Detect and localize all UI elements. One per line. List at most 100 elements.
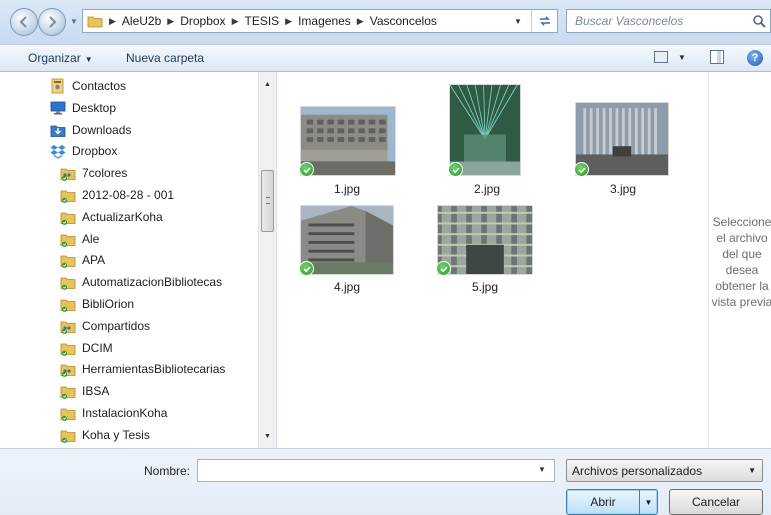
breadcrumb-separator-icon[interactable]: ▶ xyxy=(161,16,180,27)
preview-message-line: vista previa xyxy=(711,295,771,309)
scroll-thumb[interactable] xyxy=(261,170,274,232)
scroll-up-arrow-icon[interactable]: ▲ xyxy=(259,76,276,92)
tree-item[interactable]: HerramientasBibliotecarias xyxy=(60,359,225,379)
image-thumbnail[interactable] xyxy=(575,102,669,176)
view-options-dropdown[interactable]: ▼ xyxy=(678,53,686,62)
image-thumbnail[interactable] xyxy=(300,205,394,275)
breadcrumb-item[interactable]: TESIS xyxy=(244,14,279,28)
desktop-icon xyxy=(50,101,66,115)
address-bar-row: ▼ ▶ AleU2b ▶ Dropbox ▶ TESIS ▶ Imagenes ▶ Vasconc… xyxy=(0,0,771,44)
tree-item[interactable]: 2012-08-28 - 001 xyxy=(60,185,174,205)
tree-item[interactable]: Compartidos xyxy=(60,316,150,336)
preview-message-line: desea xyxy=(725,263,759,277)
tree-item-label: Dropbox xyxy=(72,144,118,159)
tree-item-label: HerramientasBibliotecarias xyxy=(82,362,226,377)
open-button[interactable]: Abrir ▼ xyxy=(566,489,658,515)
tree-item[interactable]: DCIM xyxy=(60,338,113,358)
folder-synced-icon xyxy=(60,255,76,269)
navigation-pane[interactable]: Contactos Desktop Downloads Dropbox 7colores… xyxy=(0,72,277,448)
dropbox-icon xyxy=(50,145,66,160)
breadcrumb-item[interactable]: Vasconcelos xyxy=(370,14,437,28)
file-name-label[interactable]: 5.jpg xyxy=(435,280,535,294)
folder-synced-icon xyxy=(60,386,76,400)
navigation-scrollbar[interactable]: ▲ ▼ xyxy=(258,72,276,448)
downloads-icon xyxy=(50,125,66,137)
file-name-label: Nombre: xyxy=(144,464,191,478)
breadcrumb-separator-icon[interactable]: ▶ xyxy=(226,16,245,27)
help-icon[interactable]: ? xyxy=(747,50,763,66)
preview-pane-toggle[interactable] xyxy=(710,50,724,64)
tree-item-label: 2012-08-28 - 001 xyxy=(82,188,175,202)
folder-synced-icon xyxy=(60,408,76,421)
preview-message-line: obtener la xyxy=(715,279,769,293)
folder-synced-icon xyxy=(60,277,76,291)
tree-item[interactable]: Contactos xyxy=(50,76,126,96)
file-type-filter-select[interactable]: Archivos personalizados ▼ xyxy=(566,459,763,482)
file-type-filter-value: Archivos personalizados xyxy=(572,463,703,478)
scroll-down-arrow-icon[interactable]: ▼ xyxy=(259,428,276,444)
tree-item[interactable]: Ale xyxy=(60,229,99,249)
chevron-down-icon: ▼ xyxy=(748,466,756,475)
tree-item[interactable]: Desktop xyxy=(50,98,116,118)
refresh-button[interactable] xyxy=(531,10,557,32)
image-thumbnail[interactable] xyxy=(437,205,533,275)
recent-pages-dropdown[interactable]: ▼ xyxy=(70,17,78,26)
tree-item[interactable]: IBSA xyxy=(60,381,109,401)
tree-item[interactable]: Dropbox xyxy=(50,141,117,161)
refresh-icon xyxy=(539,16,550,26)
file-name-history-dropdown[interactable]: ▼ xyxy=(538,465,546,474)
image-thumbnail[interactable] xyxy=(300,106,396,176)
forward-button[interactable] xyxy=(38,8,66,36)
back-button[interactable] xyxy=(10,8,38,36)
tree-item[interactable]: InstalacionKoha xyxy=(60,403,167,423)
open-options-dropdown[interactable]: ▼ xyxy=(639,490,657,514)
file-name-label[interactable]: 1.jpg xyxy=(297,182,397,196)
organize-menu[interactable]: Organizar ▼ xyxy=(28,51,93,65)
breadcrumb-separator-icon[interactable]: ▶ xyxy=(103,16,122,27)
preview-message-line: del que xyxy=(722,247,762,261)
breadcrumb-item[interactable]: AleU2b xyxy=(122,14,161,28)
tree-item-label: Contactos xyxy=(72,79,127,93)
file-name-label[interactable]: 2.jpg xyxy=(437,182,537,196)
tree-item[interactable]: APA xyxy=(60,250,105,270)
tree-item-label: IBSA xyxy=(82,384,110,399)
tree-item[interactable]: AutomatizacionBibliotecas xyxy=(60,272,222,292)
tree-item-label: 7colores xyxy=(82,166,128,181)
tree-item-label: Ale xyxy=(82,231,100,246)
sync-check-icon xyxy=(299,162,314,177)
tree-item[interactable]: BibliOrion xyxy=(60,294,134,314)
new-folder-label: Nueva carpeta xyxy=(126,51,205,65)
file-name-input[interactable] xyxy=(197,459,555,482)
tree-item[interactable]: ActualizarKoha xyxy=(60,207,163,227)
breadcrumb-separator-icon[interactable]: ▶ xyxy=(279,16,298,27)
address-bar[interactable]: ▶ AleU2b ▶ Dropbox ▶ TESIS ▶ Imagenes ▶ Vasconcel… xyxy=(82,9,558,33)
search-icon[interactable] xyxy=(752,14,766,28)
tree-item[interactable]: 7colores xyxy=(60,163,127,183)
change-view-icon[interactable] xyxy=(654,51,668,63)
shared-folder-icon xyxy=(60,321,76,334)
chevron-down-icon: ▼ xyxy=(84,55,93,64)
breadcrumb-item[interactable]: Dropbox xyxy=(180,14,225,28)
breadcrumb-separator-icon[interactable]: ▶ xyxy=(351,16,370,27)
sync-check-icon xyxy=(448,162,463,177)
file-name-label[interactable]: 4.jpg xyxy=(297,280,397,294)
arrow-left-icon xyxy=(19,16,27,28)
image-thumbnail[interactable] xyxy=(449,84,521,176)
tree-item-label: APA xyxy=(82,253,106,268)
file-list[interactable]: 1.jpg 2.jpg 3.jpg 4.jpg 5.jpg xyxy=(277,72,709,448)
search-input[interactable] xyxy=(575,14,755,28)
address-history-dropdown[interactable]: ▼ xyxy=(509,10,527,32)
tree-item[interactable]: Downloads xyxy=(50,120,131,140)
tree-item[interactable]: Koha y Tesis xyxy=(60,425,150,445)
tree-item-label: Desktop xyxy=(72,100,117,115)
dialog-footer: Nombre: ▼ Archivos personalizados ▼ Abri… xyxy=(0,448,771,515)
breadcrumb-item[interactable]: Imagenes xyxy=(298,14,351,28)
cancel-button[interactable]: Cancelar xyxy=(669,489,763,515)
file-name-label[interactable]: 3.jpg xyxy=(573,182,673,196)
preview-message: Seleccione el archivo del que desea obtener … xyxy=(709,214,771,310)
tree-item-label: Compartidos xyxy=(82,318,151,333)
shared-folder-icon xyxy=(60,364,76,378)
search-box[interactable] xyxy=(566,9,771,33)
new-folder-button[interactable]: Nueva carpeta xyxy=(126,51,204,65)
tree-item-label: BibliOrion xyxy=(82,297,135,311)
